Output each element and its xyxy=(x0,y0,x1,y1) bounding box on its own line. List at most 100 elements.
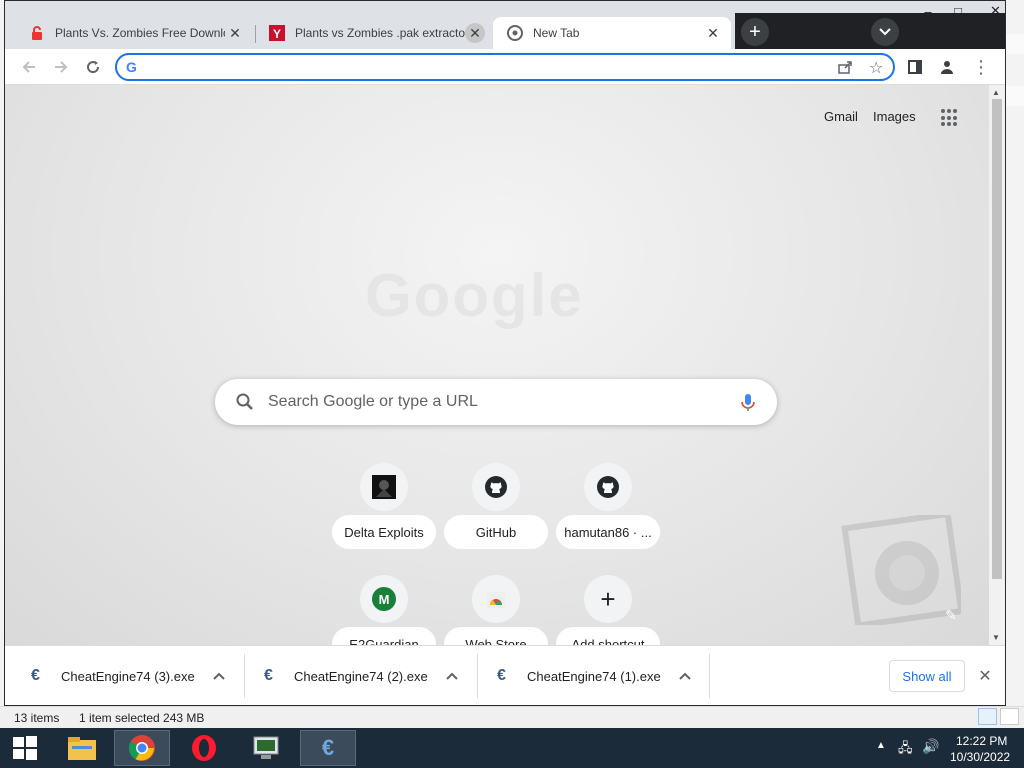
shortcut-label: Web Store xyxy=(444,627,548,645)
details-view-button[interactable] xyxy=(978,708,997,725)
selection-info: 1 item selected 243 MB xyxy=(79,711,205,725)
show-hidden-icons-icon[interactable]: ▲ xyxy=(876,740,886,751)
page-scrollbar[interactable]: ▲ ▼ xyxy=(989,85,1005,645)
taskbar: € ▲ 🖧 🔊 12:22 PM 10/30/2022 xyxy=(0,728,1024,768)
download-item[interactable]: € CheatEngine74 (2).exe xyxy=(244,652,476,700)
reload-button[interactable] xyxy=(81,55,105,79)
download-item[interactable]: € CheatEngine74 (1).exe xyxy=(477,652,709,700)
new-tab-button[interactable]: + xyxy=(741,18,769,46)
remote-desktop-icon xyxy=(253,736,279,759)
tiles-view-button[interactable] xyxy=(1000,708,1019,725)
taskbar-remote-desktop[interactable] xyxy=(238,730,294,766)
tabbar-background xyxy=(735,13,1005,49)
download-filename: CheatEngine74 (2).exe xyxy=(294,668,428,684)
share-icon[interactable] xyxy=(837,59,853,80)
browser-toolbar: G ☆ ⋮ xyxy=(5,49,1005,85)
github-icon xyxy=(584,463,632,511)
shortcut-web-store[interactable]: Web Store xyxy=(444,565,548,645)
windows-logo-icon xyxy=(13,736,37,760)
background-seal-image xyxy=(841,515,961,625)
tab-search-button[interactable] xyxy=(871,18,899,46)
download-separator xyxy=(709,654,710,698)
profile-button[interactable] xyxy=(935,55,959,79)
show-all-button[interactable]: Show all xyxy=(889,660,965,692)
taskbar-cheat-engine[interactable]: € xyxy=(300,730,356,766)
person-icon xyxy=(941,61,953,74)
cheat-engine-icon: € xyxy=(321,735,335,760)
chrome-icon xyxy=(507,25,523,41)
m-letter-icon: M xyxy=(360,575,408,623)
chevron-up-icon[interactable] xyxy=(442,672,462,680)
tab-strip: Plants Vs. Zombies Free Downloa ✕ Y Plan… xyxy=(5,13,1005,49)
explorer-status-bar: 13 items 1 item selected 243 MB xyxy=(0,706,1024,728)
chevron-up-icon[interactable] xyxy=(675,672,695,680)
plus-icon: + xyxy=(749,20,761,43)
tab-plants-vs-zombies-download[interactable]: Plants Vs. Zombies Free Downloa ✕ xyxy=(15,17,253,49)
google-g-icon: G xyxy=(126,59,137,75)
explorer-edge xyxy=(1006,34,1024,54)
microphone-icon[interactable] xyxy=(737,391,759,413)
taskbar-opera[interactable] xyxy=(176,730,232,766)
system-tray: ▲ 🖧 🔊 12:22 PM 10/30/2022 xyxy=(870,728,1024,768)
search-box[interactable]: Search Google or type a URL xyxy=(215,379,777,425)
shortcut-label: GitHub xyxy=(444,515,548,549)
side-panel-button[interactable] xyxy=(903,55,927,79)
red-lock-icon xyxy=(29,25,45,41)
shortcut-label: hamutan86 · ... xyxy=(556,515,660,549)
omnibox-input[interactable] xyxy=(147,58,827,76)
github-icon xyxy=(472,463,520,511)
gmail-link[interactable]: Gmail xyxy=(824,109,858,124)
address-bar[interactable]: G ☆ xyxy=(115,53,895,81)
cheat-engine-icon: € xyxy=(31,667,40,684)
back-button[interactable] xyxy=(17,55,41,79)
scroll-down-icon[interactable]: ▼ xyxy=(992,633,1000,642)
m-letter: M xyxy=(372,587,396,611)
download-item[interactable]: € CheatEngine74 (3).exe xyxy=(11,652,243,700)
network-icon[interactable]: 🖧 xyxy=(898,739,913,761)
download-filename: CheatEngine74 (3).exe xyxy=(61,668,195,684)
menu-button[interactable]: ⋮ xyxy=(969,55,993,79)
shortcut-e2guardian[interactable]: M E2Guardian xyxy=(332,565,436,645)
forward-button[interactable] xyxy=(49,55,73,79)
tab-pak-extractor[interactable]: Y Plants vs Zombies .pak extractor ✕ xyxy=(255,17,493,49)
scroll-up-icon[interactable]: ▲ xyxy=(992,88,1000,97)
chevron-up-icon[interactable] xyxy=(209,672,229,680)
close-tab-icon[interactable]: ✕ xyxy=(225,23,245,43)
google-logo: Google xyxy=(365,262,584,329)
file-explorer-icon xyxy=(68,737,96,760)
reload-icon xyxy=(87,61,100,74)
taskbar-file-explorer[interactable] xyxy=(54,730,110,766)
taskbar-chrome[interactable] xyxy=(114,730,170,766)
tab-label: Plants vs Zombies .pak extractor xyxy=(295,26,465,40)
download-filename: CheatEngine74 (1).exe xyxy=(527,668,661,684)
volume-icon[interactable]: 🔊 xyxy=(922,738,939,755)
tab-new-tab[interactable]: New Tab ✕ xyxy=(493,17,731,49)
start-button[interactable] xyxy=(0,728,50,768)
shortcut-delta-exploits[interactable]: Delta Exploits xyxy=(332,453,436,549)
shortcut-github[interactable]: GitHub xyxy=(444,453,548,549)
close-tab-icon[interactable]: ✕ xyxy=(703,23,723,43)
cheat-engine-icon: € xyxy=(264,667,273,684)
shortcut-hamutan86[interactable]: hamutan86 · ... xyxy=(556,453,660,549)
forward-arrow-icon xyxy=(55,61,68,73)
images-link[interactable]: Images xyxy=(873,109,916,124)
shortcut-label: Add shortcut xyxy=(556,627,660,645)
shortcut-label: E2Guardian xyxy=(332,627,436,645)
close-tab-icon[interactable]: ✕ xyxy=(465,23,485,43)
scroll-thumb[interactable] xyxy=(992,99,1002,579)
close-download-shelf-icon[interactable]: ✕ xyxy=(975,666,995,686)
google-apps-icon[interactable] xyxy=(941,109,959,127)
opera-icon xyxy=(192,735,216,761)
cheat-engine-icon: € xyxy=(497,667,506,684)
bookmark-star-icon[interactable]: ☆ xyxy=(869,58,883,78)
customize-pencil-icon[interactable]: ✎ xyxy=(945,607,957,624)
web-store-icon xyxy=(472,575,520,623)
chrome-window: – □ ✕ Plants Vs. Zombies Free Downloa ✕ … xyxy=(4,0,1006,706)
clock-time[interactable]: 12:22 PM xyxy=(956,734,1007,748)
back-arrow-icon xyxy=(22,61,35,73)
shortcut-add[interactable]: + Add shortcut xyxy=(556,565,660,645)
clock-date[interactable]: 10/30/2022 xyxy=(950,750,1010,764)
download-shelf: € CheatEngine74 (3).exe € CheatEngine74 … xyxy=(5,645,1005,705)
plus-icon: + xyxy=(584,575,632,623)
kebab-menu-icon: ⋮ xyxy=(972,56,990,77)
